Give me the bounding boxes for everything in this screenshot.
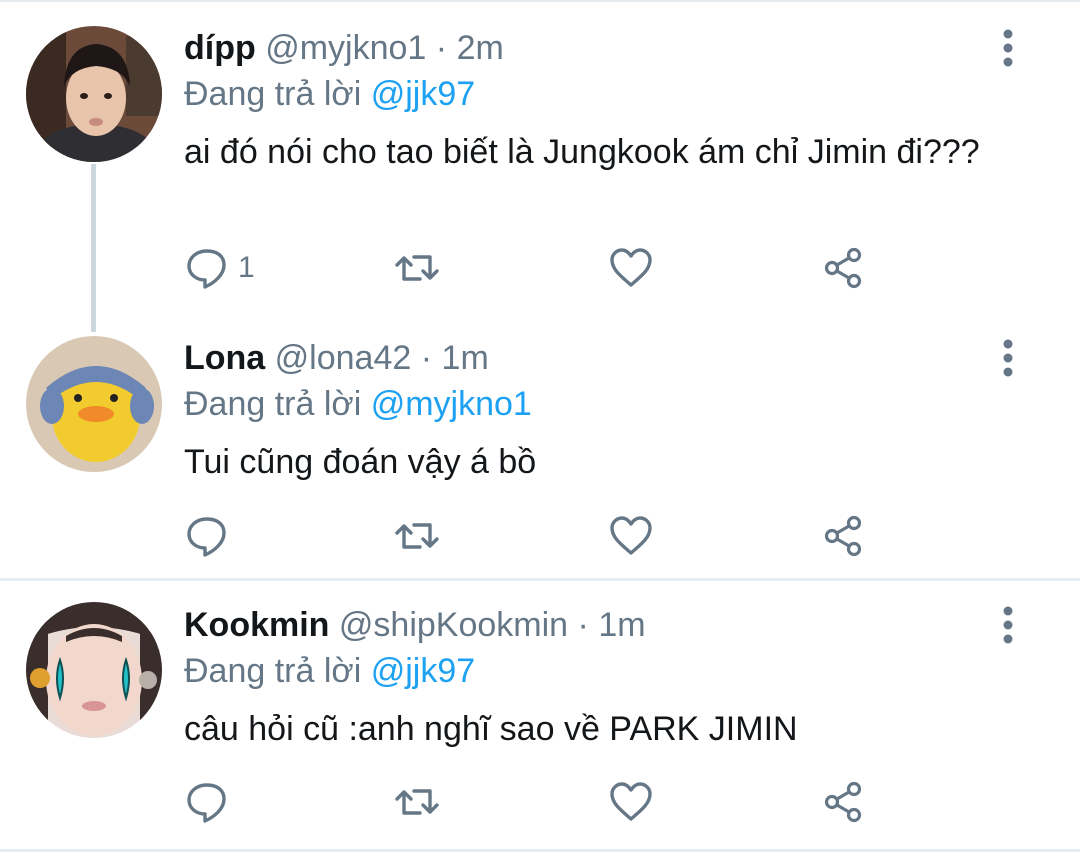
username[interactable]: @myjkno1	[265, 29, 426, 67]
timestamp[interactable]: 1m	[442, 339, 489, 377]
duck-photo-icon	[26, 336, 162, 472]
person-photo-icon	[26, 26, 162, 162]
replying-to-label: Đang trả lời	[184, 652, 362, 690]
more-options-button[interactable]	[996, 605, 1020, 645]
mention-link[interactable]: @myjkno1	[371, 385, 532, 423]
replying-to: Đang trả lời @jjk97	[184, 651, 475, 691]
more-vertical-icon	[1003, 339, 1013, 377]
more-options-button[interactable]	[996, 28, 1020, 68]
mention-link[interactable]: @jjk97	[371, 652, 475, 690]
replying-to: Đang trả lời @myjkno1	[184, 384, 532, 424]
tweet-header: Lona @lona42 · 1m	[184, 338, 489, 378]
display-name[interactable]: Lona	[184, 339, 265, 377]
tweet-item[interactable]: Kookmin @shipKookmin · 1m Đang trả lời @…	[0, 581, 1080, 852]
separator: ·	[435, 29, 448, 67]
reply-button[interactable]	[184, 511, 238, 561]
retweet-icon	[395, 789, 439, 815]
retweet-button[interactable]	[394, 511, 440, 561]
share-button[interactable]	[820, 777, 866, 827]
tweet-text: ai đó nói cho tao biết là Jungkook ám ch…	[184, 133, 980, 171]
reply-icon	[187, 249, 226, 289]
timestamp[interactable]: 1m	[598, 606, 645, 644]
tweet-actions	[184, 777, 884, 827]
tweet-text: Tui cũng đoán vậy á bồ	[184, 443, 537, 481]
separator: ·	[420, 339, 433, 377]
reply-button[interactable]	[184, 777, 238, 827]
crying-face-photo-icon	[26, 602, 162, 738]
share-button[interactable]	[820, 243, 866, 293]
retweet-icon	[395, 523, 439, 549]
more-options-button[interactable]	[996, 338, 1020, 378]
like-button[interactable]	[608, 243, 654, 293]
tweet-text: câu hỏi cũ :anh nghĩ sao về PARK JIMIN	[184, 710, 798, 748]
like-button[interactable]	[608, 511, 654, 561]
avatar[interactable]	[26, 602, 162, 738]
heart-icon	[610, 516, 652, 555]
tweet-actions: 1	[184, 243, 884, 293]
like-button[interactable]	[608, 777, 654, 827]
share-icon	[824, 247, 862, 289]
replying-to-label: Đang trả lời	[184, 385, 362, 423]
display-name[interactable]: Kookmin	[184, 606, 329, 644]
heart-icon	[610, 248, 652, 287]
more-vertical-icon	[1003, 606, 1013, 644]
tweet-actions	[184, 511, 884, 561]
replying-to: Đang trả lời @jjk97	[184, 74, 475, 114]
retweet-button[interactable]	[394, 243, 440, 293]
timestamp[interactable]: 2m	[457, 29, 504, 67]
heart-icon	[610, 782, 652, 821]
tweet-item[interactable]: Lona @lona42 · 1m Đang trả lời @myjkno1 …	[0, 330, 1080, 578]
username[interactable]: @lona42	[275, 339, 412, 377]
reply-count: 1	[238, 251, 255, 284]
replying-to-label: Đang trả lời	[184, 75, 362, 113]
share-icon	[824, 781, 862, 823]
tweet-header: Kookmin @shipKookmin · 1m	[184, 605, 646, 645]
reply-icon	[187, 517, 226, 557]
avatar[interactable]	[26, 336, 162, 472]
avatar[interactable]	[26, 26, 162, 162]
retweet-button[interactable]	[394, 777, 440, 827]
more-vertical-icon	[1003, 29, 1013, 67]
share-icon	[824, 515, 862, 557]
tweet-item[interactable]: dípp @myjkno1 · 2m Đang trả lời @jjk97 a…	[0, 0, 1080, 330]
share-button[interactable]	[820, 511, 866, 561]
mention-link[interactable]: @jjk97	[371, 75, 475, 113]
username[interactable]: @shipKookmin	[339, 606, 568, 644]
reply-button[interactable]: 1	[184, 243, 255, 293]
display-name[interactable]: dípp	[184, 29, 256, 67]
reply-icon	[187, 783, 226, 823]
tweet-header: dípp @myjkno1 · 2m	[184, 28, 504, 68]
retweet-icon	[395, 255, 439, 281]
separator: ·	[577, 606, 589, 644]
